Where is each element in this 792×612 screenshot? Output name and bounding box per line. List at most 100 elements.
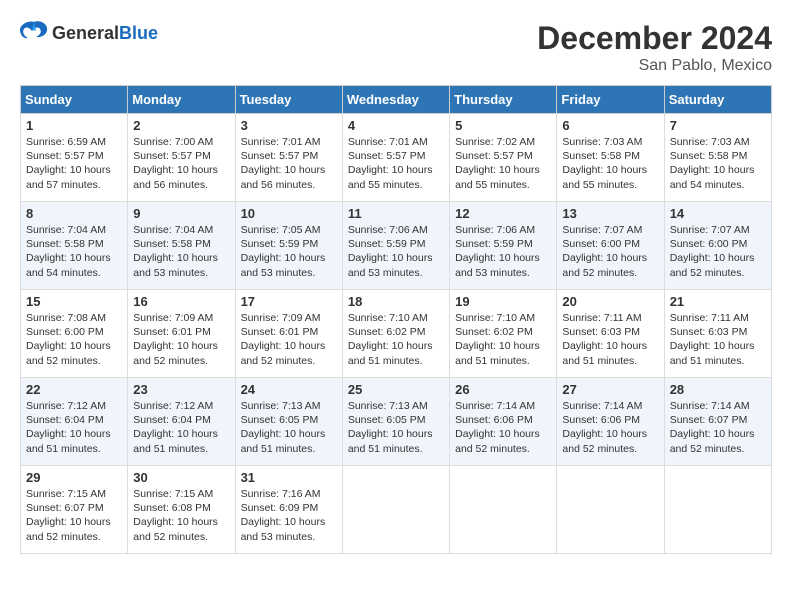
day-info: Sunrise: 7:03 AM Sunset: 5:58 PM Dayligh…: [670, 135, 766, 192]
day-info: Sunrise: 7:15 AM Sunset: 6:08 PM Dayligh…: [133, 487, 229, 544]
calendar-table: SundayMondayTuesdayWednesdayThursdayFrid…: [20, 85, 772, 554]
day-info: Sunrise: 6:59 AM Sunset: 5:57 PM Dayligh…: [26, 135, 122, 192]
daylight-label: Daylight: 10 hours and 53 minutes.: [455, 252, 540, 278]
daylight-label: Daylight: 10 hours and 52 minutes.: [562, 252, 647, 278]
day-number: 7: [670, 118, 766, 133]
day-info: Sunrise: 7:01 AM Sunset: 5:57 PM Dayligh…: [241, 135, 337, 192]
sunset-label: Sunset: 5:57 PM: [26, 150, 104, 162]
sunset-label: Sunset: 6:02 PM: [455, 326, 533, 338]
daylight-label: Daylight: 10 hours and 52 minutes.: [133, 516, 218, 542]
daylight-label: Daylight: 10 hours and 54 minutes.: [670, 164, 755, 190]
sunset-label: Sunset: 5:58 PM: [133, 238, 211, 250]
day-number: 6: [562, 118, 658, 133]
sunset-label: Sunset: 6:00 PM: [26, 326, 104, 338]
col-header-tuesday: Tuesday: [235, 86, 342, 114]
daylight-label: Daylight: 10 hours and 55 minutes.: [562, 164, 647, 190]
sunrise-label: Sunrise: 7:14 AM: [455, 400, 535, 412]
sunset-label: Sunset: 6:07 PM: [670, 414, 748, 426]
daylight-label: Daylight: 10 hours and 52 minutes.: [241, 340, 326, 366]
day-info: Sunrise: 7:13 AM Sunset: 6:05 PM Dayligh…: [241, 399, 337, 456]
sunrise-label: Sunrise: 7:10 AM: [348, 312, 428, 324]
sunrise-label: Sunrise: 7:01 AM: [348, 136, 428, 148]
sunrise-label: Sunrise: 7:01 AM: [241, 136, 321, 148]
calendar-cell: [557, 466, 664, 554]
calendar-cell: 1 Sunrise: 6:59 AM Sunset: 5:57 PM Dayli…: [21, 114, 128, 202]
day-number: 28: [670, 382, 766, 397]
day-info: Sunrise: 7:08 AM Sunset: 6:00 PM Dayligh…: [26, 311, 122, 368]
day-info: Sunrise: 7:14 AM Sunset: 6:07 PM Dayligh…: [670, 399, 766, 456]
day-info: Sunrise: 7:12 AM Sunset: 6:04 PM Dayligh…: [133, 399, 229, 456]
calendar-cell: 30 Sunrise: 7:15 AM Sunset: 6:08 PM Dayl…: [128, 466, 235, 554]
day-number: 11: [348, 206, 444, 221]
calendar-row-1: 8 Sunrise: 7:04 AM Sunset: 5:58 PM Dayli…: [21, 202, 772, 290]
day-number: 8: [26, 206, 122, 221]
calendar-cell: 12 Sunrise: 7:06 AM Sunset: 5:59 PM Dayl…: [450, 202, 557, 290]
calendar-cell: 9 Sunrise: 7:04 AM Sunset: 5:58 PM Dayli…: [128, 202, 235, 290]
sunrise-label: Sunrise: 7:12 AM: [26, 400, 106, 412]
day-number: 18: [348, 294, 444, 309]
day-number: 31: [241, 470, 337, 485]
logo: GeneralBlue: [20, 20, 158, 47]
sunrise-label: Sunrise: 7:07 AM: [562, 224, 642, 236]
sunrise-label: Sunrise: 7:03 AM: [562, 136, 642, 148]
sunrise-label: Sunrise: 7:14 AM: [562, 400, 642, 412]
calendar-cell: 27 Sunrise: 7:14 AM Sunset: 6:06 PM Dayl…: [557, 378, 664, 466]
calendar-cell: 18 Sunrise: 7:10 AM Sunset: 6:02 PM Dayl…: [342, 290, 449, 378]
sunrise-label: Sunrise: 7:13 AM: [241, 400, 321, 412]
calendar-cell: 17 Sunrise: 7:09 AM Sunset: 6:01 PM Dayl…: [235, 290, 342, 378]
calendar-cell: 24 Sunrise: 7:13 AM Sunset: 6:05 PM Dayl…: [235, 378, 342, 466]
day-info: Sunrise: 7:04 AM Sunset: 5:58 PM Dayligh…: [133, 223, 229, 280]
calendar-row-3: 22 Sunrise: 7:12 AM Sunset: 6:04 PM Dayl…: [21, 378, 772, 466]
sunset-label: Sunset: 6:08 PM: [133, 502, 211, 514]
calendar-cell: 13 Sunrise: 7:07 AM Sunset: 6:00 PM Dayl…: [557, 202, 664, 290]
day-info: Sunrise: 7:00 AM Sunset: 5:57 PM Dayligh…: [133, 135, 229, 192]
location-title: San Pablo, Mexico: [537, 57, 772, 75]
calendar-row-2: 15 Sunrise: 7:08 AM Sunset: 6:00 PM Dayl…: [21, 290, 772, 378]
day-info: Sunrise: 7:07 AM Sunset: 6:00 PM Dayligh…: [670, 223, 766, 280]
calendar-cell: 23 Sunrise: 7:12 AM Sunset: 6:04 PM Dayl…: [128, 378, 235, 466]
calendar-cell: 5 Sunrise: 7:02 AM Sunset: 5:57 PM Dayli…: [450, 114, 557, 202]
day-number: 15: [26, 294, 122, 309]
day-number: 20: [562, 294, 658, 309]
day-info: Sunrise: 7:05 AM Sunset: 5:59 PM Dayligh…: [241, 223, 337, 280]
logo-text: GeneralBlue: [52, 23, 158, 44]
sunrise-label: Sunrise: 7:04 AM: [26, 224, 106, 236]
daylight-label: Daylight: 10 hours and 51 minutes.: [348, 428, 433, 454]
daylight-label: Daylight: 10 hours and 52 minutes.: [26, 340, 111, 366]
day-info: Sunrise: 7:15 AM Sunset: 6:07 PM Dayligh…: [26, 487, 122, 544]
day-info: Sunrise: 7:11 AM Sunset: 6:03 PM Dayligh…: [562, 311, 658, 368]
sunset-label: Sunset: 6:09 PM: [241, 502, 319, 514]
daylight-label: Daylight: 10 hours and 52 minutes.: [455, 428, 540, 454]
daylight-label: Daylight: 10 hours and 54 minutes.: [26, 252, 111, 278]
calendar-cell: 10 Sunrise: 7:05 AM Sunset: 5:59 PM Dayl…: [235, 202, 342, 290]
sunrise-label: Sunrise: 7:06 AM: [455, 224, 535, 236]
month-title: December 2024: [537, 20, 772, 57]
day-number: 26: [455, 382, 551, 397]
col-header-friday: Friday: [557, 86, 664, 114]
sunset-label: Sunset: 6:04 PM: [26, 414, 104, 426]
sunrise-label: Sunrise: 7:00 AM: [133, 136, 213, 148]
day-info: Sunrise: 7:09 AM Sunset: 6:01 PM Dayligh…: [241, 311, 337, 368]
daylight-label: Daylight: 10 hours and 51 minutes.: [241, 428, 326, 454]
calendar-cell: 20 Sunrise: 7:11 AM Sunset: 6:03 PM Dayl…: [557, 290, 664, 378]
daylight-label: Daylight: 10 hours and 51 minutes.: [348, 340, 433, 366]
sunrise-label: Sunrise: 7:10 AM: [455, 312, 535, 324]
sunset-label: Sunset: 5:57 PM: [241, 150, 319, 162]
calendar-cell: [450, 466, 557, 554]
day-info: Sunrise: 7:13 AM Sunset: 6:05 PM Dayligh…: [348, 399, 444, 456]
col-header-thursday: Thursday: [450, 86, 557, 114]
daylight-label: Daylight: 10 hours and 51 minutes.: [455, 340, 540, 366]
day-info: Sunrise: 7:09 AM Sunset: 6:01 PM Dayligh…: [133, 311, 229, 368]
calendar-row-0: 1 Sunrise: 6:59 AM Sunset: 5:57 PM Dayli…: [21, 114, 772, 202]
calendar-cell: 25 Sunrise: 7:13 AM Sunset: 6:05 PM Dayl…: [342, 378, 449, 466]
sunset-label: Sunset: 6:06 PM: [455, 414, 533, 426]
day-info: Sunrise: 7:14 AM Sunset: 6:06 PM Dayligh…: [562, 399, 658, 456]
daylight-label: Daylight: 10 hours and 53 minutes.: [348, 252, 433, 278]
sunrise-label: Sunrise: 7:02 AM: [455, 136, 535, 148]
calendar-cell: 3 Sunrise: 7:01 AM Sunset: 5:57 PM Dayli…: [235, 114, 342, 202]
sunset-label: Sunset: 5:57 PM: [133, 150, 211, 162]
day-number: 14: [670, 206, 766, 221]
calendar-cell: 2 Sunrise: 7:00 AM Sunset: 5:57 PM Dayli…: [128, 114, 235, 202]
day-info: Sunrise: 7:12 AM Sunset: 6:04 PM Dayligh…: [26, 399, 122, 456]
logo-icon: [20, 20, 48, 47]
